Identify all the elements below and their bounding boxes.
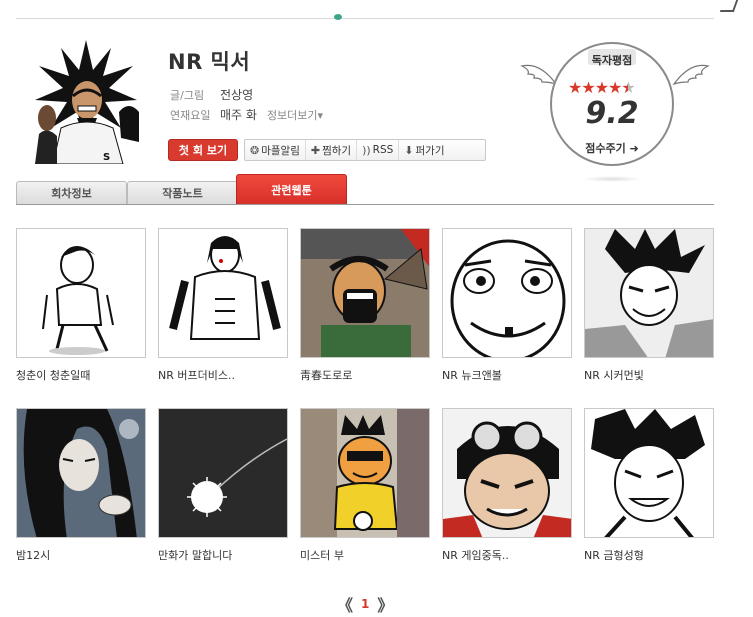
rss-button[interactable]: )) RSS: [357, 140, 400, 160]
pagination: 《 1 》: [337, 592, 393, 616]
tab-related[interactable]: 관련웹툰: [236, 174, 347, 204]
author-label: 글/그림: [170, 89, 205, 102]
page-number-current[interactable]: 1: [361, 597, 369, 611]
corner-decoration: [719, 0, 739, 12]
tab-bar: 회차정보 작품노트 관련웹툰: [16, 174, 714, 205]
related-item[interactable]: NR 시커먼빛: [584, 228, 714, 383]
related-thumbnail[interactable]: [300, 228, 430, 358]
rating-score: 9.2: [585, 96, 639, 131]
author-name[interactable]: 전상영: [220, 88, 253, 102]
related-thumbnail[interactable]: [584, 408, 714, 538]
related-title[interactable]: NR 버프더비스..: [158, 367, 288, 383]
rate-button[interactable]: 점수주기 ➜: [552, 140, 672, 156]
star-icon: ★: [568, 78, 582, 97]
svg-text:S: S: [103, 152, 110, 163]
series-title: NR 믹서: [168, 50, 251, 74]
related-title[interactable]: 미스터 부: [300, 547, 430, 563]
schedule-row: 연재요일 매주 화 정보더보기▾: [170, 106, 323, 123]
share-label: 퍼가기: [415, 144, 445, 157]
related-title[interactable]: 밤12시: [16, 547, 146, 563]
related-title[interactable]: 靑春도로로: [300, 367, 430, 383]
star-icon: ★: [594, 78, 609, 97]
bell-icon: ❂: [250, 143, 260, 157]
related-thumbnail[interactable]: [16, 228, 146, 358]
related-title[interactable]: NR 금형성형: [584, 547, 714, 563]
first-episode-button[interactable]: 첫 회 보기: [168, 139, 238, 161]
favorite-button[interactable]: ✚ 찜하기: [306, 140, 358, 160]
related-item[interactable]: 밤12시: [16, 408, 146, 563]
right-wing-icon: [672, 64, 710, 86]
related-thumbnail[interactable]: [158, 228, 288, 358]
download-icon: ⬇: [404, 143, 414, 157]
share-button[interactable]: ⬇ 퍼가기: [399, 140, 449, 160]
info-more-link[interactable]: 정보더보기▾: [267, 109, 323, 122]
top-divider: [16, 14, 714, 20]
star-icon: ★: [581, 78, 595, 97]
related-item[interactable]: NR 게임중독..: [442, 408, 572, 563]
alarm-label: 마플알림: [261, 144, 300, 157]
favorite-label: 찜하기: [322, 144, 352, 157]
half-star-icon: ★: [621, 78, 635, 97]
tab-episodes[interactable]: 회차정보: [16, 181, 127, 204]
rss-label: RSS: [372, 144, 394, 156]
rss-icon: )): [362, 143, 371, 157]
related-item[interactable]: 만화가 말합니다: [158, 408, 288, 563]
tab-notes[interactable]: 작품노트: [127, 181, 238, 204]
related-item[interactable]: NR 뉴크앤볼: [442, 228, 572, 383]
related-title[interactable]: NR 게임중독..: [442, 547, 572, 563]
related-title[interactable]: NR 뉴크앤볼: [442, 367, 572, 383]
related-item[interactable]: 미스터 부: [300, 408, 430, 563]
alarm-button[interactable]: ❂ 마플알림: [245, 140, 306, 160]
reader-rating-badge: 독자평점 ★★★★★ 9.2 점수주기 ➜: [520, 38, 720, 188]
related-item[interactable]: NR 금형성형: [584, 408, 714, 563]
next-page-icon[interactable]: 》: [377, 592, 393, 616]
schedule-value: 매주 화: [220, 108, 257, 122]
schedule-label: 연재요일: [170, 109, 211, 122]
related-thumbnail[interactable]: [442, 228, 572, 358]
related-thumbnail[interactable]: [584, 228, 714, 358]
rating-circle: 독자평점 ★★★★★ 9.2 점수주기 ➜: [550, 42, 674, 166]
top-dot-decoration: [334, 14, 342, 20]
prev-page-icon[interactable]: 《: [337, 592, 353, 616]
related-title[interactable]: 청춘이 청춘일때: [16, 367, 146, 383]
rating-stars: ★★★★★: [568, 78, 660, 97]
series-thumbnail[interactable]: S: [33, 38, 139, 164]
related-title[interactable]: NR 시커먼빛: [584, 367, 714, 383]
related-thumbnail[interactable]: [16, 408, 146, 538]
star-icon: ★: [608, 78, 622, 97]
action-toolbar: ❂ 마플알림 ✚ 찜하기 )) RSS ⬇ 퍼가기: [244, 139, 486, 161]
related-thumbnail[interactable]: [442, 408, 572, 538]
related-item[interactable]: 청춘이 청춘일때: [16, 228, 146, 383]
related-item[interactable]: 靑春도로로: [300, 228, 430, 383]
related-thumbnail[interactable]: [158, 408, 288, 538]
related-title[interactable]: 만화가 말합니다: [158, 547, 288, 563]
related-item[interactable]: NR 버프더비스..: [158, 228, 288, 383]
related-thumbnail[interactable]: [300, 408, 430, 538]
plus-icon: ✚: [310, 143, 321, 157]
author-row: 글/그림 전상영: [170, 86, 253, 103]
rating-title: 독자평점: [591, 54, 633, 67]
